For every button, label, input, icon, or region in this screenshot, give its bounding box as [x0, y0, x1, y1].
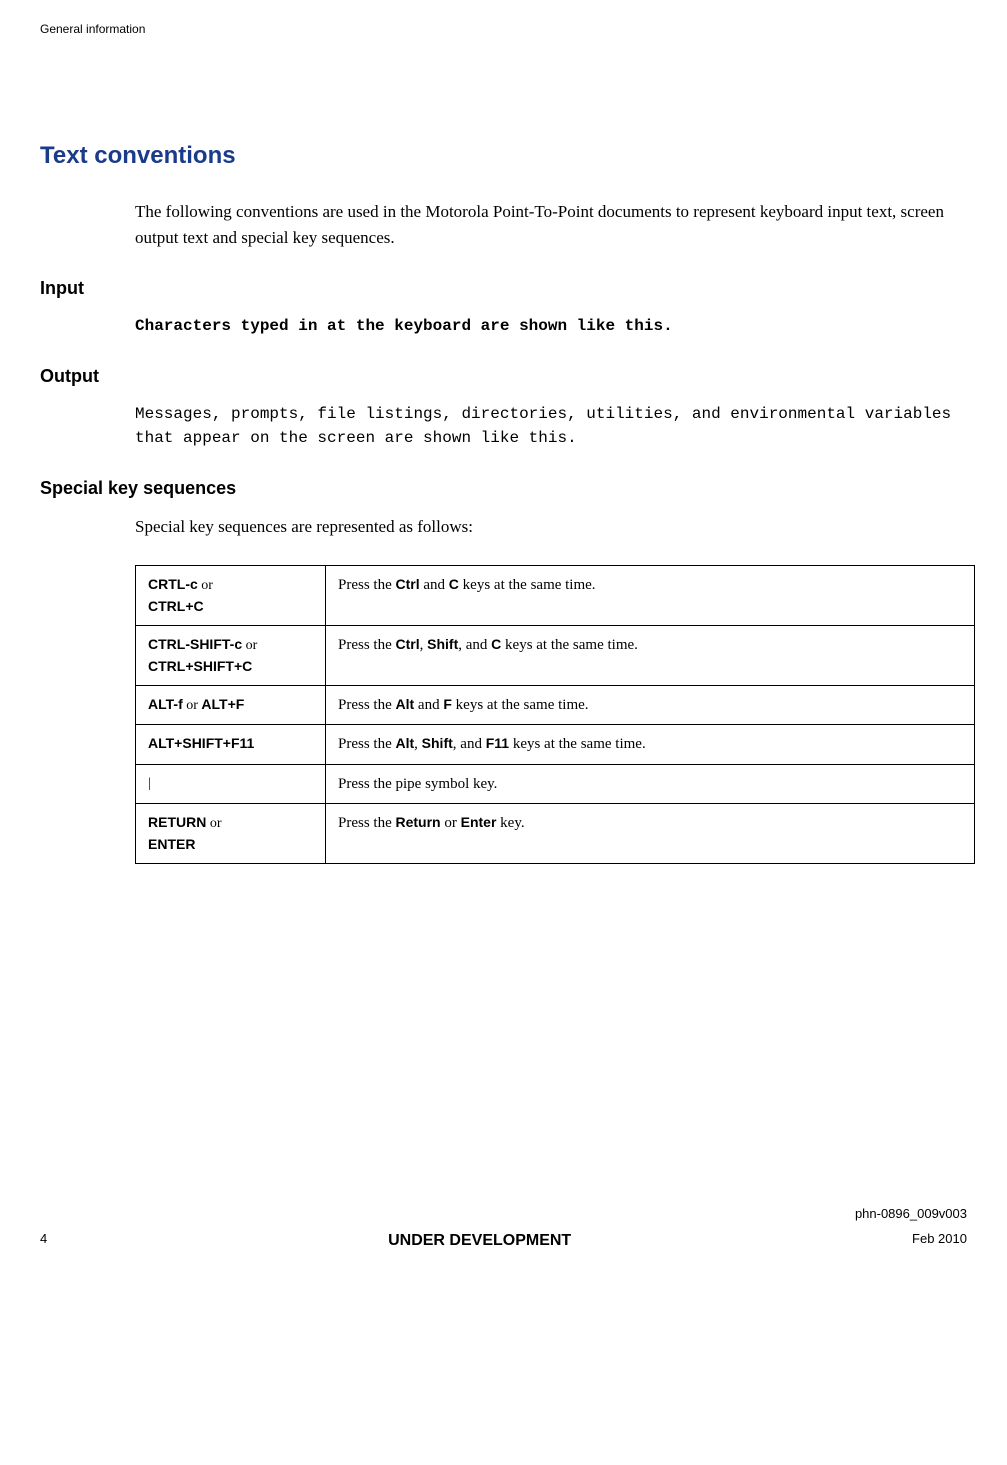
desc-cell: Press the Ctrl, Shift, and C keys at the… [326, 625, 975, 685]
output-heading: Output [40, 363, 967, 390]
output-example: Messages, prompts, file listings, direct… [135, 402, 967, 450]
key-cell: CRTL-c or CTRL+C [136, 565, 326, 625]
doc-date: Feb 2010 [912, 1229, 967, 1253]
table-row: ALT+SHIFT+F11 Press the Alt, Shift, and … [136, 725, 975, 765]
key-cell: CTRL-SHIFT-c or CTRL+SHIFT+C [136, 625, 326, 685]
desc-cell: Press the Ctrl and C keys at the same ti… [326, 565, 975, 625]
desc-cell: Press the Alt and F keys at the same tim… [326, 685, 975, 725]
input-example: Characters typed in at the keyboard are … [135, 314, 967, 338]
special-heading: Special key sequences [40, 475, 967, 502]
table-row: CRTL-c or CTRL+C Press the Ctrl and C ke… [136, 565, 975, 625]
intro-text: The following conventions are used in th… [135, 199, 967, 250]
doc-status: UNDER DEVELOPMENT [388, 1229, 571, 1253]
page-footer: phn-0896_009v003 4 UNDER DEVELOPMENT Feb… [40, 1204, 967, 1253]
table-row: CTRL-SHIFT-c or CTRL+SHIFT+C Press the C… [136, 625, 975, 685]
page-number: 4 [40, 1229, 47, 1253]
main-title: Text conventions [40, 138, 967, 174]
special-intro: Special key sequences are represented as… [135, 514, 967, 540]
key-cell: | [136, 764, 326, 804]
table-row: ALT-f or ALT+F Press the Alt and F keys … [136, 685, 975, 725]
doc-id: phn-0896_009v003 [40, 1204, 967, 1224]
desc-cell: Press the pipe symbol key. [326, 764, 975, 804]
input-heading: Input [40, 275, 967, 302]
key-cell: ALT+SHIFT+F11 [136, 725, 326, 765]
key-cell: RETURN or ENTER [136, 804, 326, 864]
table-row: RETURN or ENTER Press the Return or Ente… [136, 804, 975, 864]
desc-cell: Press the Alt, Shift, and F11 keys at th… [326, 725, 975, 765]
page-header: General information [40, 20, 967, 38]
table-row: | Press the pipe symbol key. [136, 764, 975, 804]
desc-cell: Press the Return or Enter key. [326, 804, 975, 864]
key-cell: ALT-f or ALT+F [136, 685, 326, 725]
key-sequences-table: CRTL-c or CTRL+C Press the Ctrl and C ke… [135, 565, 975, 865]
